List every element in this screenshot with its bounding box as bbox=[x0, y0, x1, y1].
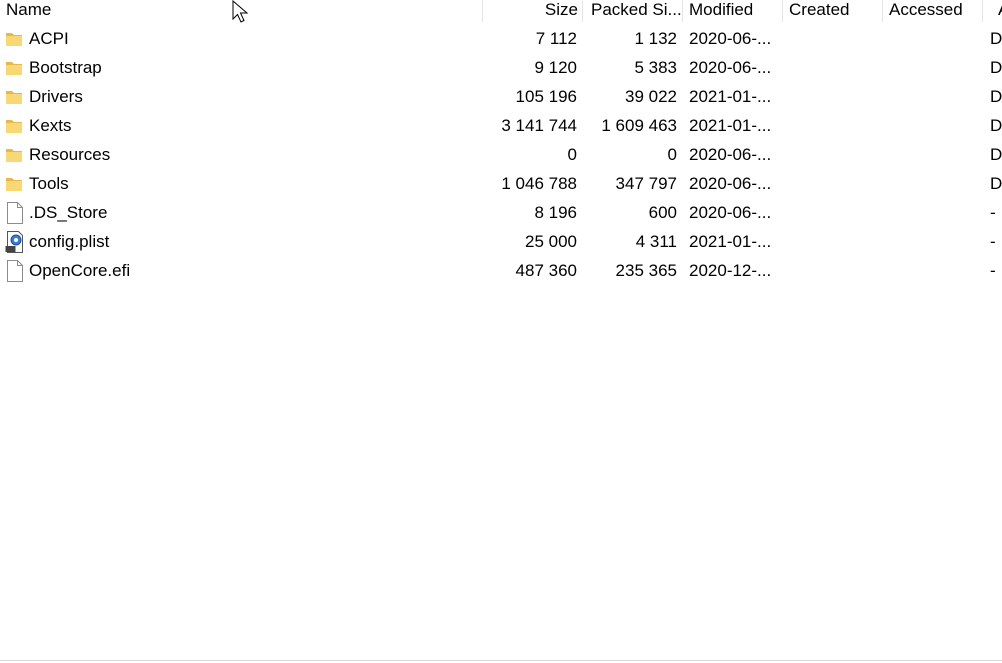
file-attributes: - bbox=[990, 232, 996, 251]
file-size: 8 196 bbox=[534, 203, 577, 222]
file-size: 0 bbox=[567, 145, 577, 164]
file-packed-size: 1 132 bbox=[634, 29, 677, 48]
file-modified: 2020-06-... bbox=[689, 174, 772, 193]
column-header-attributes[interactable]: A bbox=[998, 0, 1002, 22]
file-size: 25 000 bbox=[525, 232, 577, 251]
file-modified: 2020-12-... bbox=[689, 261, 772, 280]
folder-icon bbox=[5, 170, 25, 199]
file-modified: 2020-06-... bbox=[689, 203, 772, 222]
folder-icon bbox=[5, 54, 25, 83]
plist-file-icon bbox=[5, 228, 25, 257]
list-item[interactable]: .DS_Store 8 196 600 2020-06-... - bbox=[0, 199, 1002, 228]
file-modified: 2020-06-... bbox=[689, 29, 772, 48]
file-attributes: - bbox=[990, 261, 996, 280]
file-attributes: D bbox=[990, 87, 1002, 106]
file-attributes: D bbox=[990, 58, 1002, 77]
file-icon bbox=[5, 199, 25, 228]
file-size: 3 141 744 bbox=[501, 116, 577, 135]
file-packed-size: 39 022 bbox=[625, 87, 677, 106]
file-attributes: D bbox=[990, 145, 1002, 164]
file-list-view[interactable]: Name Size Packed Si... Modified Created … bbox=[0, 0, 1002, 663]
column-header-size[interactable]: Size bbox=[484, 0, 578, 22]
file-name: Resources bbox=[29, 145, 111, 164]
list-item[interactable]: Bootstrap 9 120 5 383 2020-06-... D bbox=[0, 54, 1002, 83]
file-icon bbox=[5, 257, 25, 286]
column-separator[interactable] bbox=[582, 0, 583, 22]
file-packed-size: 4 311 bbox=[635, 232, 677, 251]
column-header-packed-size[interactable]: Packed Si... bbox=[591, 0, 681, 22]
column-separator[interactable] bbox=[782, 0, 783, 22]
file-packed-size: 235 365 bbox=[615, 261, 677, 280]
file-modified: 2020-06-... bbox=[689, 145, 772, 164]
list-item[interactable]: Drivers 105 196 39 022 2021-01-... D bbox=[0, 83, 1002, 112]
file-attributes: D bbox=[990, 116, 1002, 135]
list-item[interactable]: Resources 0 0 2020-06-... D bbox=[0, 141, 1002, 170]
file-size: 7 112 bbox=[535, 29, 577, 48]
file-packed-size: 600 bbox=[648, 203, 677, 222]
file-modified: 2021-01-... bbox=[689, 116, 772, 135]
file-size: 105 196 bbox=[515, 87, 577, 106]
file-packed-size: 347 797 bbox=[615, 174, 677, 193]
file-name: config.plist bbox=[29, 232, 110, 251]
file-name: .DS_Store bbox=[29, 203, 108, 222]
file-packed-size: 5 383 bbox=[634, 58, 677, 77]
list-item[interactable]: OpenCore.efi 487 360 235 365 2020-12-...… bbox=[0, 257, 1002, 286]
file-name: Tools bbox=[29, 174, 69, 193]
column-separator[interactable] bbox=[482, 0, 483, 22]
file-name: Drivers bbox=[29, 87, 83, 106]
file-name: OpenCore.efi bbox=[29, 261, 131, 280]
list-item[interactable]: ACPI 7 112 1 132 2020-06-... D bbox=[0, 25, 1002, 54]
file-size: 487 360 bbox=[515, 261, 577, 280]
file-name: Kexts bbox=[29, 116, 72, 135]
file-name: Bootstrap bbox=[29, 58, 102, 77]
file-modified: 2021-01-... bbox=[689, 87, 772, 106]
file-modified: 2020-06-... bbox=[689, 58, 772, 77]
column-separator[interactable] bbox=[982, 0, 983, 22]
file-attributes: D bbox=[990, 174, 1002, 193]
file-packed-size: 0 bbox=[667, 145, 677, 164]
list-item[interactable]: Tools 1 046 788 347 797 2020-06-... D bbox=[0, 170, 1002, 199]
column-header-modified[interactable]: Modified bbox=[689, 0, 779, 22]
list-item[interactable]: config.plist 25 000 4 311 2021-01-... - bbox=[0, 228, 1002, 257]
column-header-name[interactable]: Name bbox=[6, 0, 476, 22]
column-header-created[interactable]: Created bbox=[789, 0, 879, 22]
file-attributes: - bbox=[990, 203, 996, 222]
file-rows: ACPI 7 112 1 132 2020-06-... D Bootstrap… bbox=[0, 25, 1002, 286]
column-header-accessed[interactable]: Accessed bbox=[889, 0, 979, 22]
column-header-bar: Name Size Packed Si... Modified Created … bbox=[0, 0, 1002, 22]
file-packed-size: 1 609 463 bbox=[601, 116, 677, 135]
folder-icon bbox=[5, 83, 25, 112]
bottom-divider bbox=[0, 660, 1002, 661]
file-size: 1 046 788 bbox=[501, 174, 577, 193]
folder-icon bbox=[5, 141, 25, 170]
file-name: ACPI bbox=[29, 29, 69, 48]
column-separator[interactable] bbox=[682, 0, 683, 22]
list-item[interactable]: Kexts 3 141 744 1 609 463 2021-01-... D bbox=[0, 112, 1002, 141]
file-modified: 2021-01-... bbox=[689, 232, 772, 251]
file-size: 9 120 bbox=[534, 58, 577, 77]
folder-icon bbox=[5, 112, 25, 141]
folder-icon bbox=[5, 25, 25, 54]
file-attributes: D bbox=[990, 29, 1002, 48]
column-separator[interactable] bbox=[882, 0, 883, 22]
